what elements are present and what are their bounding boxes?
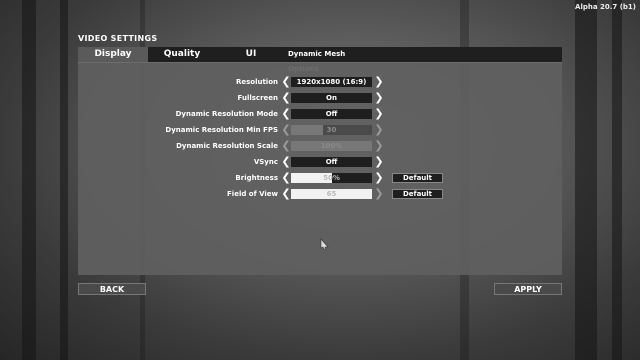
setting-value: 65 xyxy=(326,190,337,198)
vsync-selector[interactable]: Off xyxy=(291,157,372,167)
chevron-left-icon: ❮ xyxy=(281,123,291,136)
setting-value: 1920x1080 (16:9) xyxy=(296,78,367,86)
chevron-left-icon[interactable]: ❮ xyxy=(281,108,291,120)
setting-label: Dynamic Resolution Min FPS xyxy=(165,126,278,134)
mouse-cursor-icon xyxy=(320,238,329,250)
setting-row-resolution: Resolution ❮ 1920x1080 (16:9) ❯ xyxy=(78,76,562,88)
tree-trunk xyxy=(60,0,68,360)
chevron-left-icon[interactable]: ❮ xyxy=(281,156,291,168)
setting-label: Fullscreen xyxy=(237,94,278,102)
chevron-right-icon[interactable]: ❯ xyxy=(374,156,384,168)
tree-trunk xyxy=(22,0,36,360)
fullscreen-selector[interactable]: On xyxy=(291,93,372,103)
dynamic-resolution-mode-selector[interactable]: Off xyxy=(291,109,372,119)
setting-row-brightness: Brightness ❮ 50% ❯ Default xyxy=(78,172,562,184)
setting-value: 30 xyxy=(326,126,337,134)
chevron-left-icon[interactable]: ❮ xyxy=(281,172,291,184)
setting-label: Dynamic Resolution Mode xyxy=(175,110,278,118)
setting-row-dynamic-resolution-mode: Dynamic Resolution Mode ❮ Off ❯ xyxy=(78,108,562,120)
setting-value: On xyxy=(326,94,337,102)
tab-bar: Display Quality UI Dynamic Mesh Options xyxy=(78,47,562,73)
setting-value: Off xyxy=(325,158,338,166)
chevron-right-icon: ❯ xyxy=(374,123,384,136)
setting-label: VSync xyxy=(253,158,278,166)
back-button[interactable]: BACK xyxy=(78,283,146,295)
setting-row-fullscreen: Fullscreen ❮ On ❯ xyxy=(78,92,562,104)
version-label: Alpha 20.7 (b1) xyxy=(575,3,636,11)
tree-trunk xyxy=(575,0,597,360)
chevron-right-icon[interactable]: ❯ xyxy=(374,172,384,184)
setting-row-field-of-view: Field of View ❮ 65 ❯ Default xyxy=(78,188,562,200)
setting-value: Off xyxy=(325,110,338,118)
chevron-left-icon[interactable]: ❮ xyxy=(281,188,291,200)
brightness-default-button[interactable]: Default xyxy=(392,173,443,183)
field-of-view-slider[interactable]: 65 xyxy=(291,189,372,199)
chevron-right-icon[interactable]: ❯ xyxy=(374,108,384,120)
chevron-left-icon[interactable]: ❮ xyxy=(281,92,291,104)
chevron-left-icon[interactable]: ❮ xyxy=(281,76,291,88)
tab-ui[interactable]: UI xyxy=(216,47,286,62)
setting-label: Field of View xyxy=(227,190,278,198)
min-fps-slider: 30 xyxy=(291,125,372,135)
setting-value: 100% xyxy=(320,142,343,150)
tab-dynamic-mesh-options[interactable]: Dynamic Mesh Options xyxy=(288,47,378,73)
panel-title: VIDEO SETTINGS xyxy=(78,34,158,43)
field-of-view-default-button[interactable]: Default xyxy=(392,189,443,199)
setting-label: Dynamic Resolution Scale xyxy=(176,142,278,150)
resolution-selector[interactable]: 1920x1080 (16:9) xyxy=(291,77,372,87)
setting-label: Resolution xyxy=(235,78,278,86)
setting-row-vsync: VSync ❮ Off ❯ xyxy=(78,156,562,168)
chevron-right-icon: ❯ xyxy=(374,139,384,152)
chevron-right-icon[interactable]: ❯ xyxy=(374,188,384,200)
resolution-scale-slider: 100% xyxy=(291,141,372,151)
tree-trunk xyxy=(612,0,622,360)
setting-value: 50% xyxy=(323,174,340,182)
tab-quality[interactable]: Quality xyxy=(148,47,216,62)
tab-display[interactable]: Display xyxy=(78,47,148,62)
chevron-right-icon[interactable]: ❯ xyxy=(374,76,384,88)
chevron-right-icon[interactable]: ❯ xyxy=(374,92,384,104)
setting-row-dynamic-resolution-scale: Dynamic Resolution Scale ❮ 100% ❯ xyxy=(78,140,562,152)
chevron-left-icon: ❮ xyxy=(281,139,291,152)
apply-button[interactable]: APPLY xyxy=(494,283,562,295)
setting-row-dynamic-resolution-min-fps: Dynamic Resolution Min FPS ❮ 30 ❯ xyxy=(78,124,562,136)
brightness-slider[interactable]: 50% xyxy=(291,173,372,183)
setting-label: Brightness xyxy=(235,174,278,182)
